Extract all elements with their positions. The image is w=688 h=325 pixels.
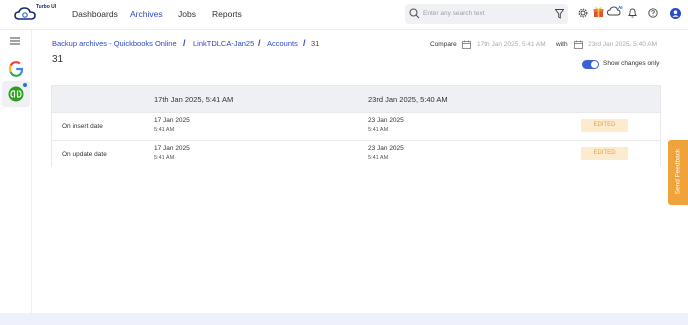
sidebar-item-quickbooks[interactable] [2, 81, 30, 107]
nav-archives[interactable]: Archives [130, 9, 163, 19]
nav-reports[interactable]: Reports [212, 9, 242, 19]
breadcrumb-separator: / [183, 38, 186, 48]
breadcrumb-separator: / [258, 38, 261, 48]
breadcrumb-item-archives[interactable]: Backup archives - Quickbooks Online [52, 39, 177, 48]
filter-icon[interactable] [555, 9, 564, 19]
column-header-to: 23rd Jan 2025, 5:40 AM [368, 95, 448, 104]
row-label: On insert date [62, 123, 103, 130]
to-date: 23 Jan 2025 [368, 117, 404, 124]
user-avatar-icon[interactable] [670, 8, 681, 19]
nav-dashboards[interactable]: Dashboards [72, 9, 118, 19]
breadcrumb-item-current: 31 [311, 39, 320, 48]
breadcrumb-item-accounts[interactable]: Accounts [267, 39, 298, 48]
compare-table: 17th Jan 2025, 5:41 AM 23rd Jan 2025, 5:… [51, 85, 661, 168]
table-header: 17th Jan 2025, 5:41 AM 23rd Jan 2025, 5:… [52, 86, 660, 112]
nav-jobs[interactable]: Jobs [178, 9, 196, 19]
from-time: 5:41 AM [154, 127, 175, 133]
search-input[interactable]: Enter any search text [423, 10, 484, 17]
sidebar [0, 30, 32, 325]
compare-from-date[interactable]: 17th Jan 2025, 5:41 AM [477, 41, 546, 48]
breadcrumb-item-job[interactable]: LinkTDLCA-Jan25 [193, 39, 254, 48]
search-icon [409, 8, 420, 19]
breadcrumb-separator: / [303, 38, 306, 48]
from-date: 17 Jan 2025 [154, 145, 190, 152]
to-time: 5:41 AM [368, 127, 389, 133]
to-date: 23 Jan 2025 [368, 145, 404, 152]
quickbooks-icon [8, 86, 24, 102]
send-feedback-label: Send Feedback [674, 148, 682, 195]
gear-icon[interactable] [578, 8, 588, 18]
bell-icon[interactable] [628, 8, 637, 18]
from-date: 17 Jan 2025 [154, 117, 190, 124]
toggle-knob [591, 61, 598, 68]
logo-text: Turbo UI [36, 4, 57, 10]
from-time: 5:41 AM [154, 155, 175, 161]
status-badge: EDITED [581, 119, 628, 132]
status-badge: EDITED [581, 147, 628, 160]
app-logo[interactable]: Turbo UI [14, 4, 57, 26]
column-header-from: 17th Jan 2025, 5:41 AM [154, 95, 234, 104]
calendar-icon[interactable] [574, 40, 583, 49]
menu-icon[interactable] [10, 37, 20, 45]
table-row: On insert date 17 Jan 2025 5:41 AM 23 Ja… [52, 112, 660, 140]
compare-with-label: with [556, 41, 568, 48]
logo-cloud-icon [14, 7, 36, 20]
send-feedback-tab[interactable]: Send Feedback [668, 140, 688, 205]
calendar-icon[interactable] [462, 40, 471, 49]
compare-to-date[interactable]: 23rd Jan 2025, 5:40 AM [588, 41, 657, 48]
notification-dot [23, 83, 27, 87]
show-changes-label: Show changes only [603, 60, 660, 67]
bottom-strip [0, 313, 688, 325]
to-time: 5:41 AM [368, 155, 389, 161]
table-row: On update date 17 Jan 2025 5:41 AM 23 Ja… [52, 140, 660, 168]
show-changes-toggle[interactable] [582, 60, 599, 69]
google-icon[interactable] [6, 59, 26, 79]
ai-cloud-icon[interactable]: AI [607, 5, 623, 17]
page-title: 31 [52, 54, 64, 65]
search-box[interactable]: Enter any search text [405, 4, 568, 24]
help-icon[interactable] [648, 8, 658, 18]
row-label: On update date [62, 151, 107, 158]
svg-text:AI: AI [618, 5, 623, 10]
top-bar: Turbo UI Dashboards Archives Jobs Report… [0, 0, 688, 30]
compare-label: Compare [430, 41, 457, 48]
gift-icon[interactable] [593, 6, 604, 18]
